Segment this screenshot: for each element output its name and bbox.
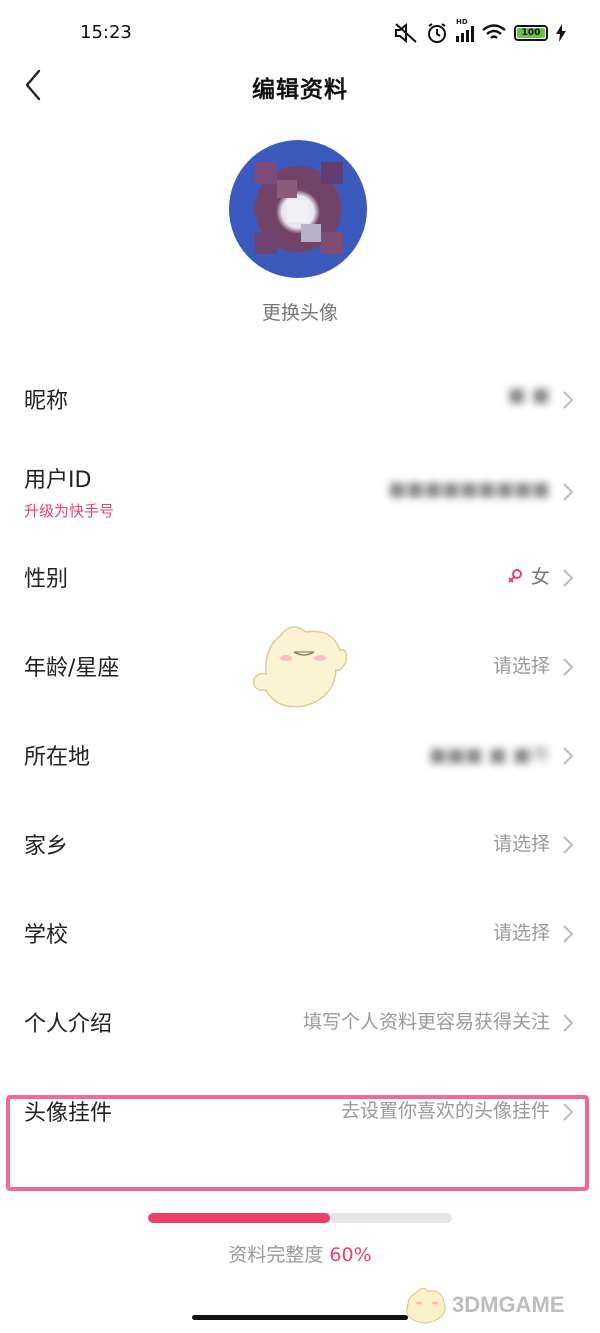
row-value-nickname: ■ ■ bbox=[508, 384, 550, 406]
chevron-right-icon bbox=[563, 483, 574, 501]
row-label-gender: 性别 bbox=[24, 567, 69, 592]
chevron-right-icon bbox=[563, 1014, 574, 1032]
home-indicator bbox=[192, 1315, 408, 1320]
chevron-right-icon bbox=[563, 569, 574, 587]
signal-icon: HD bbox=[456, 18, 474, 42]
row-label-hometown: 家乡 bbox=[24, 834, 69, 859]
row-hometown[interactable]: 家乡 请选择 bbox=[0, 800, 600, 889]
profile-completeness-text: 资料完整度 60% bbox=[0, 1240, 600, 1267]
row-value-hometown: 请选择 bbox=[492, 833, 550, 855]
row-label-school: 学校 bbox=[24, 923, 69, 948]
profile-completeness-fill bbox=[148, 1213, 331, 1223]
highlight-annotation-box bbox=[6, 1095, 589, 1191]
profile-field-list: 昵称 ■ ■ 用户ID 升级为快手号 ■■■■■■■■■ 性别 女 年龄/星座 … bbox=[0, 355, 600, 1156]
battery-level: 100 bbox=[517, 28, 545, 38]
profile-completeness-label: 资料完整度 bbox=[228, 1244, 324, 1266]
nav-bar: 编辑资料 bbox=[0, 62, 600, 108]
profile-completeness-bar bbox=[148, 1213, 452, 1223]
row-label-bio: 个人介绍 bbox=[24, 1012, 113, 1037]
chevron-right-icon bbox=[563, 747, 574, 765]
wifi-icon bbox=[482, 24, 506, 39]
row-user-id[interactable]: 用户ID 升级为快手号 ■■■■■■■■■ bbox=[0, 444, 600, 533]
gender-text: 女 bbox=[530, 566, 550, 588]
chevron-right-icon bbox=[563, 925, 574, 943]
watermark-mascot-small-icon bbox=[406, 1287, 446, 1324]
chevron-right-icon bbox=[563, 658, 574, 676]
row-school[interactable]: 学校 请选择 bbox=[0, 889, 600, 978]
watermark-logo: 3DMGAME bbox=[404, 1280, 564, 1330]
row-label-user-id: 用户ID bbox=[24, 468, 92, 493]
chevron-right-icon bbox=[563, 391, 574, 409]
signal-hd-tag: HD bbox=[456, 18, 468, 26]
row-age-zodiac[interactable]: 年龄/星座 请选择 bbox=[0, 622, 600, 711]
row-value-gender: 女 bbox=[507, 562, 550, 589]
battery-icon: 100 bbox=[514, 25, 548, 41]
profile-completeness-percent: 60% bbox=[329, 1244, 372, 1266]
avatar-image bbox=[229, 140, 367, 278]
female-icon bbox=[508, 568, 522, 583]
mute-icon bbox=[395, 22, 417, 44]
row-value-bio: 填写个人资料更容易获得关注 bbox=[302, 1011, 550, 1033]
row-value-location: ■■■ ■ ■市 bbox=[429, 744, 550, 766]
row-label-age-zodiac: 年龄/星座 bbox=[24, 656, 120, 681]
avatar[interactable] bbox=[229, 140, 367, 278]
alarm-icon bbox=[428, 23, 446, 43]
row-nickname[interactable]: 昵称 ■ ■ bbox=[0, 355, 600, 444]
row-gender[interactable]: 性别 女 bbox=[0, 533, 600, 622]
status-bar: 15:23 HD 100 bbox=[0, 0, 600, 62]
watermark-text: 3DMGAME bbox=[452, 1292, 565, 1317]
upgrade-kuaishou-id-link[interactable]: 升级为快手号 bbox=[24, 500, 114, 521]
status-icons: HD 100 bbox=[394, 18, 566, 46]
chevron-right-icon bbox=[563, 836, 574, 854]
page-title: 编辑资料 bbox=[252, 77, 348, 103]
row-value-age-zodiac: 请选择 bbox=[492, 655, 550, 677]
status-time: 15:23 bbox=[80, 22, 132, 43]
row-bio[interactable]: 个人介绍 填写个人资料更容易获得关注 bbox=[0, 978, 600, 1067]
change-avatar-link[interactable]: 更换头像 bbox=[0, 298, 600, 325]
row-label-location: 所在地 bbox=[24, 745, 91, 770]
row-location[interactable]: 所在地 ■■■ ■ ■市 bbox=[0, 711, 600, 800]
row-value-school: 请选择 bbox=[492, 922, 550, 944]
charging-icon bbox=[556, 24, 566, 42]
row-label-nickname: 昵称 bbox=[24, 389, 69, 414]
row-value-user-id: ■■■■■■■■■ bbox=[388, 478, 550, 500]
